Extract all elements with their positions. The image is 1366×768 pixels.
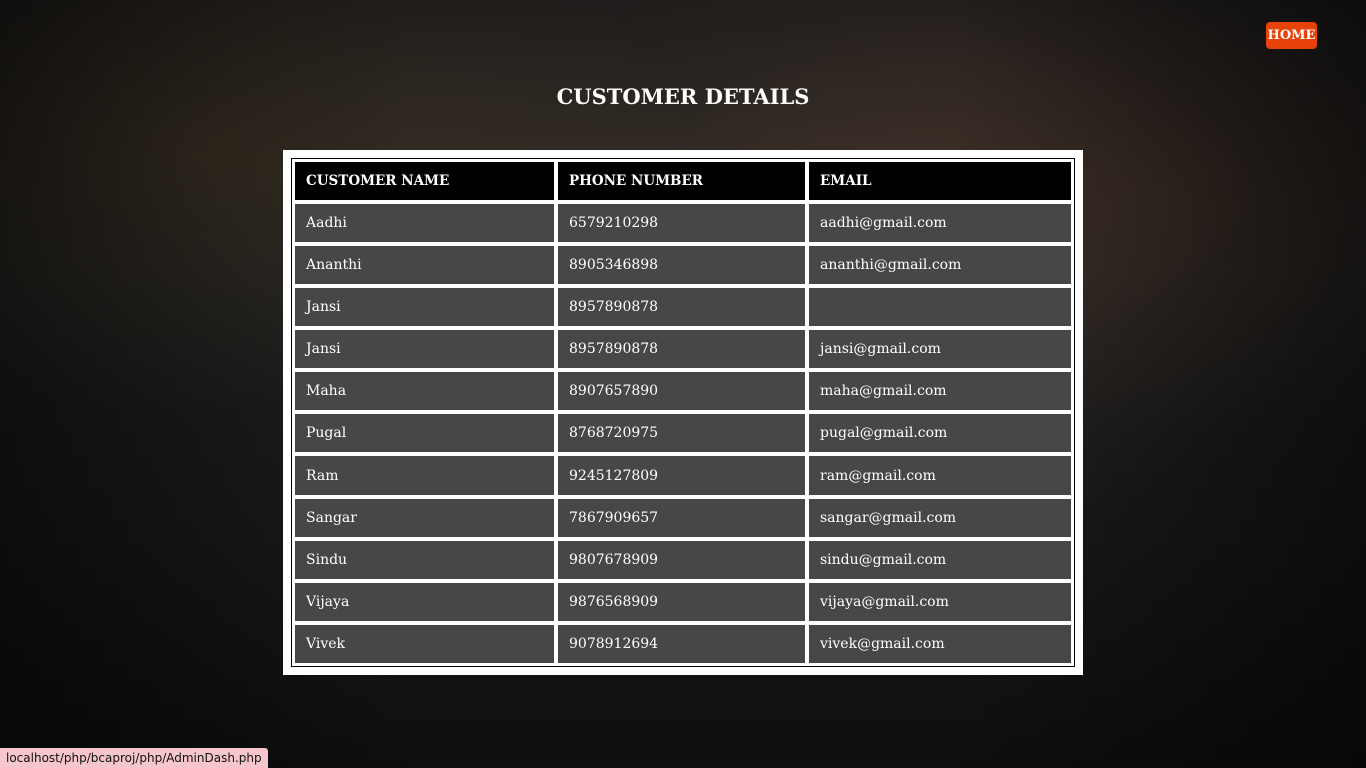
customer-name-cell: Vijaya xyxy=(294,581,555,622)
column-header-phone-number: PHONE NUMBER xyxy=(557,161,806,201)
status-bar-url: localhost/php/bcaproj/php/AdminDash.php xyxy=(0,748,268,768)
phone-number-cell: 8768720975 xyxy=(557,413,806,454)
phone-number-cell: 7867909657 xyxy=(557,497,806,538)
phone-number-cell: 8957890878 xyxy=(557,329,806,370)
email-cell: vivek@gmail.com xyxy=(808,623,1072,664)
phone-number-cell: 9078912694 xyxy=(557,623,806,664)
email-cell: vijaya@gmail.com xyxy=(808,581,1072,622)
table-row: Jansi 8957890878 jansi@gmail.com xyxy=(294,329,1072,370)
table-row: Sangar 7867909657 sangar@gmail.com xyxy=(294,497,1072,538)
customer-name-cell: Vivek xyxy=(294,623,555,664)
phone-number-cell: 6579210298 xyxy=(557,203,806,244)
table-row: Vivek 9078912694 vivek@gmail.com xyxy=(294,623,1072,664)
table-row: Vijaya 9876568909 vijaya@gmail.com xyxy=(294,581,1072,622)
email-cell: sindu@gmail.com xyxy=(808,539,1072,580)
customer-name-cell: Maha xyxy=(294,371,555,412)
email-cell: maha@gmail.com xyxy=(808,371,1072,412)
customer-name-cell: Jansi xyxy=(294,287,555,328)
customer-table-container: CUSTOMER NAME PHONE NUMBER EMAIL Aadhi 6… xyxy=(283,150,1083,675)
customer-name-cell: Ram xyxy=(294,455,555,496)
table-row: Aadhi 6579210298 aadhi@gmail.com xyxy=(294,203,1072,244)
table-row: Ananthi 8905346898 ananthi@gmail.com xyxy=(294,245,1072,286)
email-cell: jansi@gmail.com xyxy=(808,329,1072,370)
page-title: CUSTOMER DETAILS xyxy=(556,84,810,109)
phone-number-cell: 9245127809 xyxy=(557,455,806,496)
phone-number-cell: 9876568909 xyxy=(557,581,806,622)
email-cell: aadhi@gmail.com xyxy=(808,203,1072,244)
table-row: Sindu 9807678909 sindu@gmail.com xyxy=(294,539,1072,580)
email-cell: sangar@gmail.com xyxy=(808,497,1072,538)
customer-name-cell: Ananthi xyxy=(294,245,555,286)
customer-name-cell: Sindu xyxy=(294,539,555,580)
email-cell: ananthi@gmail.com xyxy=(808,245,1072,286)
email-cell: pugal@gmail.com xyxy=(808,413,1072,454)
home-button[interactable]: HOME xyxy=(1266,22,1317,49)
table-row: Ram 9245127809 ram@gmail.com xyxy=(294,455,1072,496)
customer-name-cell: Sangar xyxy=(294,497,555,538)
table-header-row: CUSTOMER NAME PHONE NUMBER EMAIL xyxy=(294,161,1072,201)
customer-name-cell: Pugal xyxy=(294,413,555,454)
phone-number-cell: 9807678909 xyxy=(557,539,806,580)
customer-name-cell: Jansi xyxy=(294,329,555,370)
phone-number-cell: 8907657890 xyxy=(557,371,806,412)
table-row: Maha 8907657890 maha@gmail.com xyxy=(294,371,1072,412)
column-header-email: EMAIL xyxy=(808,161,1072,201)
table-row: Jansi 8957890878 xyxy=(294,287,1072,328)
email-cell xyxy=(808,287,1072,328)
customer-name-cell: Aadhi xyxy=(294,203,555,244)
phone-number-cell: 8957890878 xyxy=(557,287,806,328)
column-header-customer-name: CUSTOMER NAME xyxy=(294,161,555,201)
email-cell: ram@gmail.com xyxy=(808,455,1072,496)
customer-table: CUSTOMER NAME PHONE NUMBER EMAIL Aadhi 6… xyxy=(291,158,1075,667)
table-row: Pugal 8768720975 pugal@gmail.com xyxy=(294,413,1072,454)
phone-number-cell: 8905346898 xyxy=(557,245,806,286)
